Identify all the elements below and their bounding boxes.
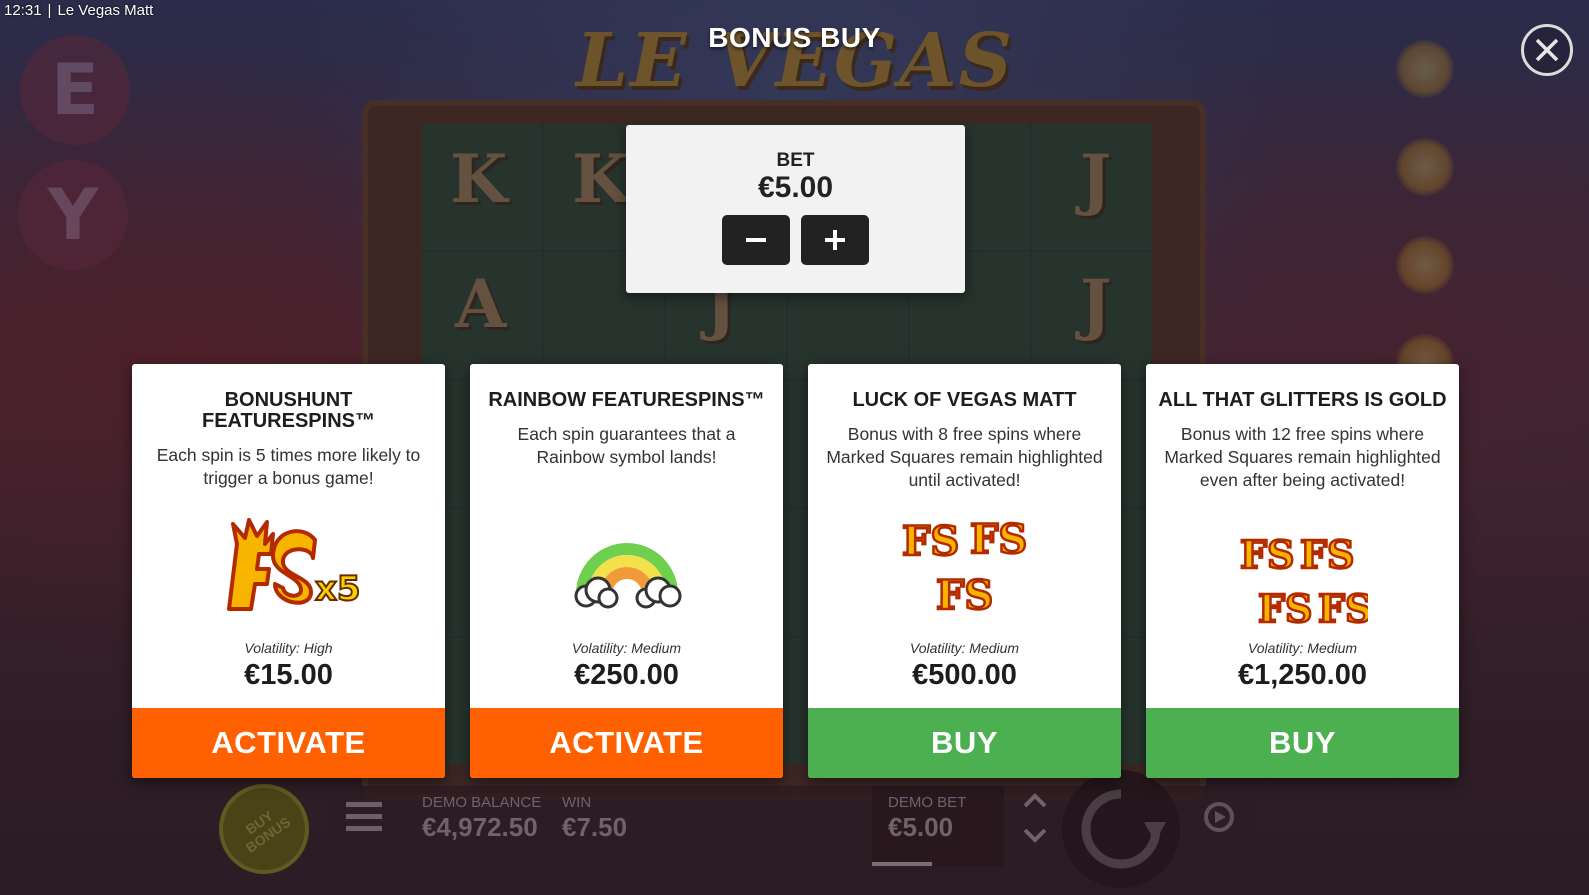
bet-label: BET: [776, 150, 815, 171]
app-title: Le Vegas Matt: [57, 2, 154, 19]
game-hud: BUY BONUS DEMO BALANCE €4,972.50 WIN €7.…: [0, 766, 1589, 895]
card-volatility: Volatility: Medium: [909, 640, 1020, 656]
multiplier-text: x5: [315, 569, 359, 609]
buy-button[interactable]: BUY: [1146, 708, 1459, 778]
card-title: BONUSHUNT FEATURESPINS™: [202, 389, 375, 432]
card-description: Each spin is 5 times more likely to trig…: [156, 445, 421, 488]
demo-bet-value: €5.00: [888, 812, 954, 842]
card-title: ALL THAT GLITTERS IS GOLD: [1158, 389, 1447, 411]
autoplay-icon[interactable]: [1200, 798, 1238, 836]
svg-text:FS: FS: [1240, 532, 1294, 577]
card-art: FS FS FS FS: [1146, 521, 1459, 631]
menu-icon[interactable]: [346, 802, 382, 834]
bet-panel: BET €5.00: [626, 125, 965, 293]
balance-value: €4,972.50: [422, 812, 538, 842]
bonus-card-bonushunt: BONUSHUNT FEATURESPINS™ Each spin is 5 t…: [132, 364, 445, 778]
card-art: FS FS FS: [808, 510, 1121, 620]
spin-icon: [1081, 789, 1166, 869]
plus-icon: [825, 230, 845, 250]
bonus-card-rainbow: RAINBOW FEATURESPINS™ Each spin guarante…: [470, 364, 783, 778]
card-description: Bonus with 8 free spins where Marked Squ…: [826, 424, 1103, 490]
bonus-card-luck-of-vegas-matt: LUCK OF VEGAS MATT Bonus with 8 free spi…: [808, 364, 1121, 778]
close-button[interactable]: [1521, 24, 1573, 76]
svg-text:FS: FS: [936, 572, 993, 617]
card-volatility: Volatility: Medium: [571, 640, 682, 656]
card-price: €15.00: [244, 659, 333, 691]
fs-quad-icon: FS FS FS FS: [1238, 531, 1368, 628]
card-volatility: Volatility: High: [244, 640, 333, 656]
svg-text:FS: FS: [1318, 586, 1368, 628]
bet-controls: [626, 215, 965, 265]
card-art: [470, 514, 783, 624]
win-label: WIN: [562, 794, 592, 811]
card-description: Each spin guarantees that a Rainbow symb…: [517, 424, 736, 467]
fs-x5-icon: x5: [226, 518, 359, 611]
activate-button[interactable]: ACTIVATE: [132, 708, 445, 778]
spin-button[interactable]: [1062, 770, 1180, 888]
fs-triple-icon: FS FS FS: [900, 515, 1028, 617]
chevron-up-down-icon[interactable]: [1020, 786, 1050, 856]
card-art: x5: [132, 514, 445, 624]
card-title: LUCK OF VEGAS MATT: [852, 389, 1077, 411]
svg-text:FS: FS: [1258, 586, 1312, 628]
svg-text:FS: FS: [970, 516, 1027, 563]
svg-text:FS: FS: [1300, 532, 1354, 577]
status-separator: |: [47, 2, 52, 19]
close-icon: [1535, 38, 1559, 62]
clock: 12:31: [4, 2, 42, 19]
status-bar: 12:31 | Le Vegas Matt: [0, 0, 157, 22]
card-description: Bonus with 12 free spins where Marked Sq…: [1164, 424, 1441, 490]
svg-text:FS: FS: [902, 518, 959, 565]
bonus-cards: BONUSHUNT FEATURESPINS™ Each spin is 5 t…: [132, 364, 1462, 778]
card-volatility: Volatility: Medium: [1247, 640, 1358, 656]
buy-bonus-button[interactable]: BUY BONUS: [201, 766, 327, 892]
card-price: €250.00: [574, 659, 679, 691]
demo-bet-label: DEMO BET: [888, 794, 967, 811]
buy-button[interactable]: BUY: [808, 708, 1121, 778]
card-price: €500.00: [912, 659, 1017, 691]
modal-title: BONUS BUY: [708, 22, 881, 53]
minus-icon: [746, 238, 766, 242]
bonus-card-all-that-glitters: ALL THAT GLITTERS IS GOLD Bonus with 12 …: [1146, 364, 1459, 778]
bet-value: €5.00: [757, 171, 834, 204]
increase-bet-button[interactable]: [801, 215, 869, 265]
win-value: €7.50: [562, 812, 628, 842]
card-price: €1,250.00: [1237, 659, 1367, 691]
card-title: RAINBOW FEATURESPINS™: [488, 389, 765, 411]
rainbow-icon: [574, 543, 681, 609]
bet-indicator: [872, 862, 932, 866]
activate-button[interactable]: ACTIVATE: [470, 708, 783, 778]
balance-label: DEMO BALANCE: [422, 794, 542, 811]
decrease-bet-button[interactable]: [722, 215, 790, 265]
